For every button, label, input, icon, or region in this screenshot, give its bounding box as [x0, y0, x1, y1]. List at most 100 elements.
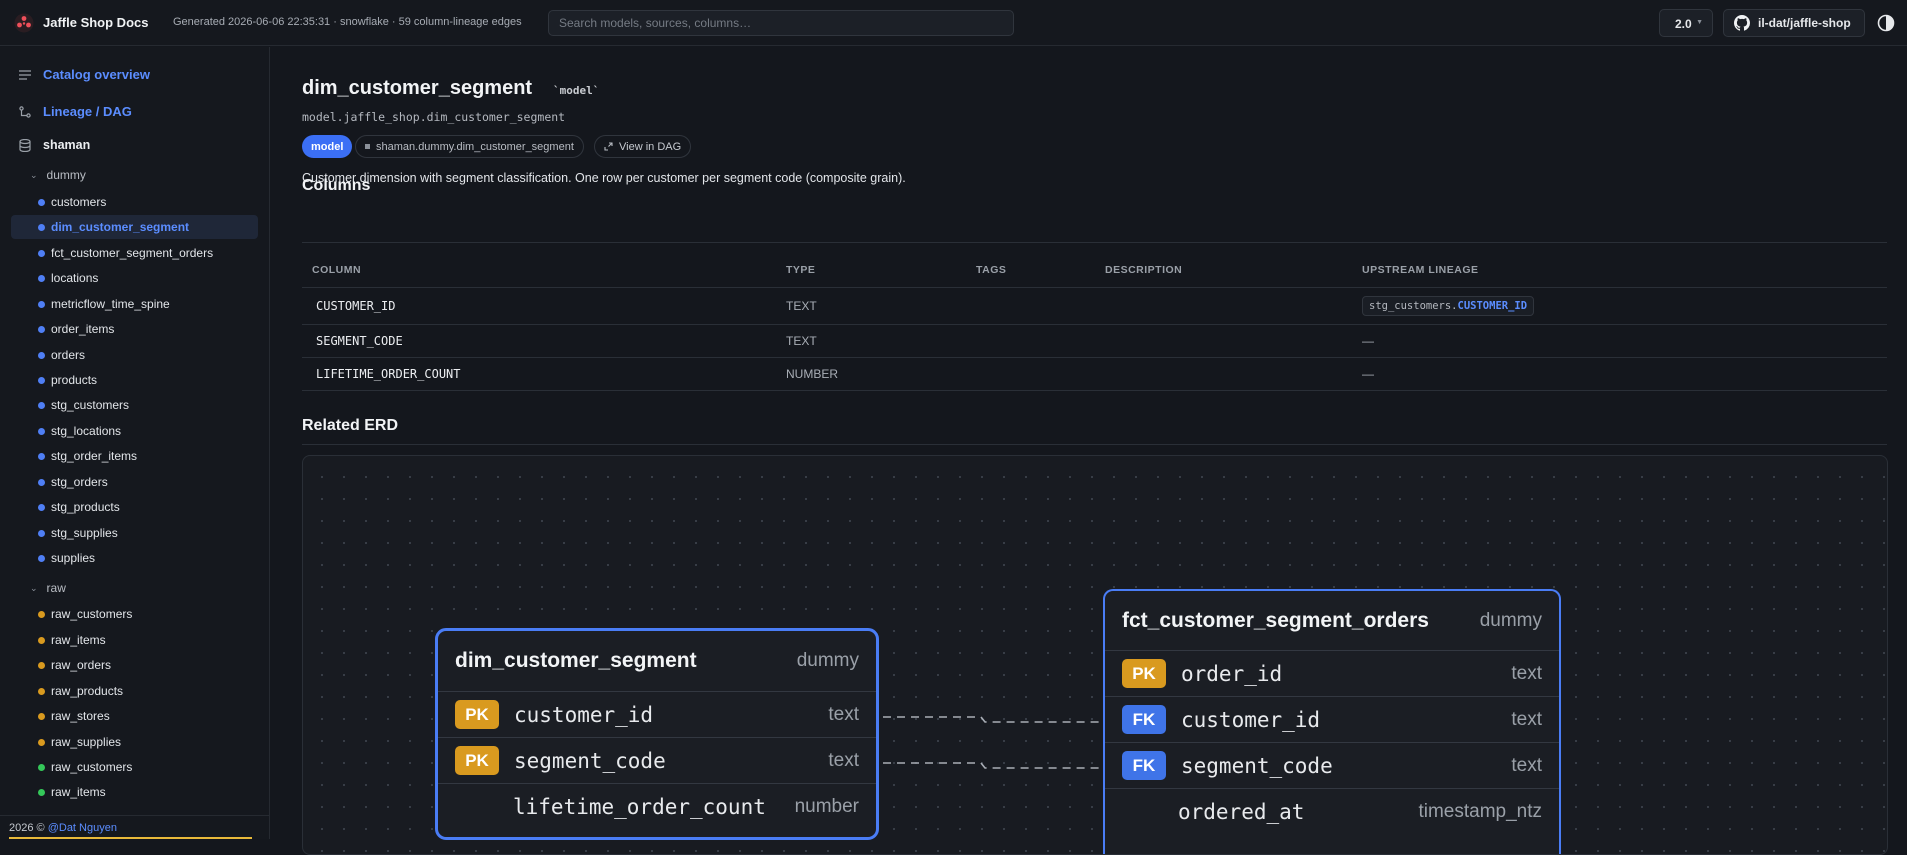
sidebar-item-raw-stores[interactable]: raw_stores	[11, 704, 258, 728]
sidebar-item-stg-supplies[interactable]: stg_supplies	[11, 521, 258, 545]
sidebar-item-locations[interactable]: locations	[11, 266, 258, 290]
erd-node-fct-customer-segment-orders[interactable]: fct_customer_segment_orders dummy PK ord…	[1103, 589, 1561, 854]
view-in-dag-button[interactable]: View in DAG	[594, 135, 692, 158]
column-name: SEGMENT_CODE	[302, 324, 776, 358]
sidebar-item-fct-customer-segment-orders[interactable]: fct_customer_segment_orders	[11, 241, 258, 265]
database-label: shaman	[43, 138, 91, 152]
search-input[interactable]	[548, 10, 1014, 36]
sidebar-item-label: customers	[51, 195, 107, 209]
sidebar-schema-raw[interactable]: ⌄ raw	[30, 581, 66, 595]
column-tags	[966, 357, 1095, 391]
column-description	[1095, 357, 1352, 391]
sidebar-item-stg-orders[interactable]: stg_orders	[11, 470, 258, 494]
footer-text: 2026 ©	[9, 822, 48, 834]
source-dot-icon	[38, 662, 45, 669]
source-dot-icon	[38, 713, 45, 720]
column-description	[1095, 287, 1352, 325]
author-link[interactable]: @Dat Nguyen	[48, 822, 117, 834]
sidebar-item-label: metricflow_time_spine	[51, 297, 170, 311]
sidebar-item-stg-products[interactable]: stg_products	[11, 495, 258, 519]
sidebar-item-raw-customers-seed[interactable]: raw_customers	[11, 755, 258, 779]
resource-type-tag: `model`	[553, 84, 600, 97]
chevron-down-icon: ⌄	[30, 582, 38, 593]
sidebar-item-stg-order-items[interactable]: stg_order_items	[11, 444, 258, 468]
model-dot-icon	[38, 250, 45, 257]
chevron-down-icon: ⌄	[30, 169, 38, 180]
column-type: TEXT	[776, 324, 966, 358]
sidebar-item-raw-orders[interactable]: raw_orders	[11, 653, 258, 677]
model-dot-icon	[38, 224, 45, 231]
field-type: text	[828, 703, 859, 725]
model-dot-icon	[38, 352, 45, 359]
version-select[interactable]: 2.0 ▼	[1659, 9, 1713, 37]
model-dot-icon	[38, 377, 45, 384]
columns-table: COLUMN TYPE TAGS DESCRIPTION UPSTREAM LI…	[302, 254, 1887, 391]
node-field: FK segment_code text	[1105, 743, 1559, 789]
sidebar-item-orders[interactable]: orders	[11, 343, 258, 367]
column-type: NUMBER	[776, 357, 966, 391]
relation-label: shaman.dummy.dim_customer_segment	[376, 140, 574, 153]
half-circle-icon[interactable]	[1877, 14, 1895, 32]
resource-type-badge: model	[302, 135, 353, 158]
model-dot-icon	[38, 301, 45, 308]
sidebar-item-raw-customers[interactable]: raw_customers	[11, 602, 258, 626]
sidebar-item-label: raw_stores	[51, 709, 110, 723]
sidebar: Catalog overview Lineage / DAG shaman ⌄ …	[0, 47, 270, 839]
divider	[302, 242, 1887, 243]
expand-icon	[604, 142, 613, 151]
repo-label: il-dat/jaffle-shop	[1758, 16, 1851, 30]
sidebar-item-label: raw_items	[51, 633, 106, 647]
sidebar-item-label: raw_supplies	[51, 735, 122, 749]
sidebar-item-label: stg_customers	[51, 398, 130, 412]
sidebar-item-dim-customer-segment[interactable]: dim_customer_segment	[11, 215, 258, 239]
field-type: text	[1511, 708, 1542, 730]
sidebar-item-raw-supplies[interactable]: raw_supplies	[11, 730, 258, 754]
sidebar-link-catalog-overview[interactable]: Catalog overview	[19, 67, 150, 82]
field-type: text	[828, 749, 859, 771]
erd-canvas[interactable]: dim_customer_segment dummy PK customer_i…	[302, 455, 1888, 855]
field-type: text	[1511, 754, 1542, 776]
column-tags	[966, 324, 1095, 358]
sidebar-item-stg-locations[interactable]: stg_locations	[11, 419, 258, 443]
sidebar-item-label: orders	[51, 348, 86, 362]
sidebar-link-lineage[interactable]: Lineage / DAG	[19, 104, 132, 119]
sidebar-item-raw-products[interactable]: raw_products	[11, 679, 258, 703]
lineage-chip[interactable]: stg_customers.CUSTOMER_ID	[1362, 295, 1535, 316]
sidebar-item-label: supplies	[51, 551, 96, 565]
github-repo-button[interactable]: il-dat/jaffle-shop	[1723, 9, 1865, 37]
app-title[interactable]: Jaffle Shop Docs	[43, 15, 148, 30]
edge-segment-code	[869, 762, 1133, 769]
sidebar-item-raw-items[interactable]: raw_items	[11, 628, 258, 652]
view-in-dag-label: View in DAG	[619, 140, 682, 153]
sidebar-database-shaman[interactable]: shaman	[19, 138, 90, 152]
sidebar-item-label: dim_customer_segment	[51, 220, 190, 234]
jaffle-logo-icon[interactable]	[14, 13, 34, 33]
sidebar-item-order-items[interactable]: order_items	[11, 317, 258, 341]
sidebar-item-products[interactable]: products	[11, 368, 258, 392]
model-dot-icon	[38, 428, 45, 435]
page-title: dim_customer_segment	[302, 77, 533, 99]
erd-node-dim-customer-segment[interactable]: dim_customer_segment dummy PK customer_i…	[435, 628, 879, 840]
sidebar-item-raw-items-seed[interactable]: raw_items	[11, 780, 258, 804]
type-header: TYPE	[776, 254, 966, 288]
model-description: Customer dimension with segment classifi…	[302, 171, 906, 185]
sidebar-item-stg-customers[interactable]: stg_customers	[11, 393, 258, 417]
model-dot-icon	[38, 479, 45, 486]
node-field: FK customer_id text	[1105, 697, 1559, 743]
source-dot-icon	[38, 611, 45, 618]
sidebar-item-metricflow-time-spine[interactable]: metricflow_time_spine	[11, 292, 258, 316]
sidebar-item-customers[interactable]: customers	[11, 190, 258, 214]
lineage-label: Lineage / DAG	[43, 104, 132, 119]
node-name: dim_customer_segment	[455, 649, 697, 672]
sidebar-item-label: raw_customers	[51, 760, 133, 774]
source-dot-icon	[38, 739, 45, 746]
sidebar-item-supplies[interactable]: supplies	[11, 546, 258, 570]
field-name: customer_id	[514, 702, 654, 727]
column-lineage: stg_customers.CUSTOMER_ID	[1352, 287, 1887, 325]
relation-chip[interactable]: shaman.dummy.dim_customer_segment	[355, 135, 584, 158]
sidebar-schema-dummy[interactable]: ⌄ dummy	[30, 168, 86, 182]
model-dot-icon	[38, 275, 45, 282]
pk-badge: PK	[455, 746, 499, 775]
sidebar-item-label: raw_customers	[51, 607, 133, 621]
fk-badge: FK	[1122, 751, 1166, 780]
